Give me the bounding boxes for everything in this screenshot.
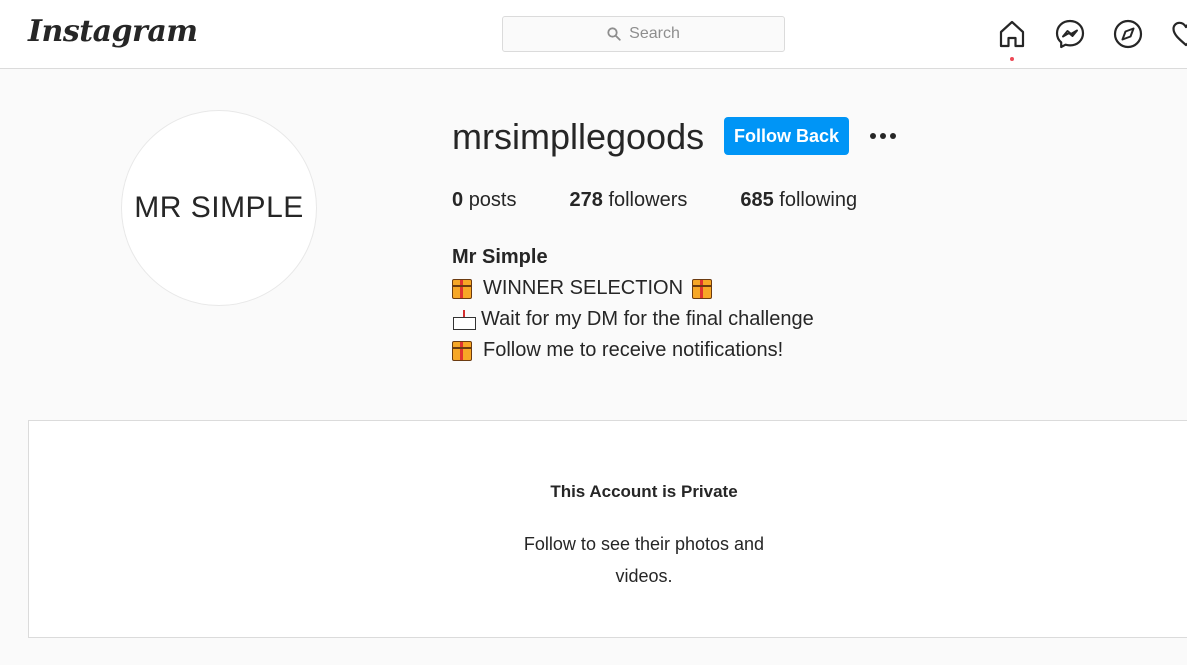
search-box[interactable]: Search — [502, 16, 785, 52]
posts-count: 0 — [452, 189, 464, 211]
following-stat[interactable]: 685 following — [740, 189, 857, 212]
bio-line: Follow me to receive notifications! — [452, 335, 814, 366]
explore-icon[interactable] — [1112, 18, 1144, 50]
heart-icon[interactable] — [1170, 18, 1187, 50]
gift-icon — [692, 278, 713, 299]
profile-full-name: Mr Simple — [452, 246, 548, 268]
more-dot-icon — [880, 133, 886, 139]
profile-stats: 0 posts 278 followers 685 following — [452, 189, 910, 212]
private-account-description: Follow to see their photos and videos. — [523, 534, 765, 586]
notification-dot — [1010, 57, 1014, 61]
gift-icon — [452, 278, 472, 299]
bio-line-text: WINNER SELECTION — [483, 277, 684, 299]
more-dot-icon — [890, 133, 896, 139]
profile-avatar[interactable]: MR SIMPLE — [121, 110, 317, 306]
avatar-logo-text: MR SIMPLE — [134, 191, 304, 224]
followers-label: followers — [608, 189, 688, 211]
posts-stat: 0 posts — [452, 189, 517, 212]
bio-line: WINNER SELECTION — [452, 273, 814, 304]
home-icon[interactable] — [996, 18, 1028, 61]
more-dot-icon — [870, 133, 876, 139]
follow-back-button[interactable]: Follow Back — [724, 117, 849, 155]
private-account-panel: This Account is Private Follow to see th… — [28, 420, 1187, 638]
posts-label: posts — [468, 189, 517, 211]
bio-line-text: Wait for my DM for the final challenge — [481, 308, 814, 330]
following-label: following — [779, 189, 858, 211]
top-navigation-bar: Instagram Search — [0, 0, 1187, 69]
followers-stat[interactable]: 278 followers — [570, 189, 688, 212]
bio-line: Wait for my DM for the final challenge — [452, 304, 814, 335]
profile-username: mrsimpllegoods — [452, 116, 705, 157]
private-account-title: This Account is Private — [550, 482, 738, 501]
profile-bio: Mr Simple WINNER SELECTION Wait for my D… — [452, 242, 814, 366]
instagram-logo[interactable]: Instagram — [28, 14, 198, 49]
followers-count: 278 — [569, 189, 603, 211]
more-options-button[interactable] — [866, 122, 900, 150]
bio-line-text: Follow me to receive notifications! — [483, 339, 784, 361]
mailbox-icon — [452, 309, 478, 331]
nav-icons — [996, 18, 1187, 61]
messenger-icon[interactable] — [1054, 18, 1086, 50]
gift-icon — [452, 340, 472, 361]
following-count: 685 — [740, 189, 774, 211]
